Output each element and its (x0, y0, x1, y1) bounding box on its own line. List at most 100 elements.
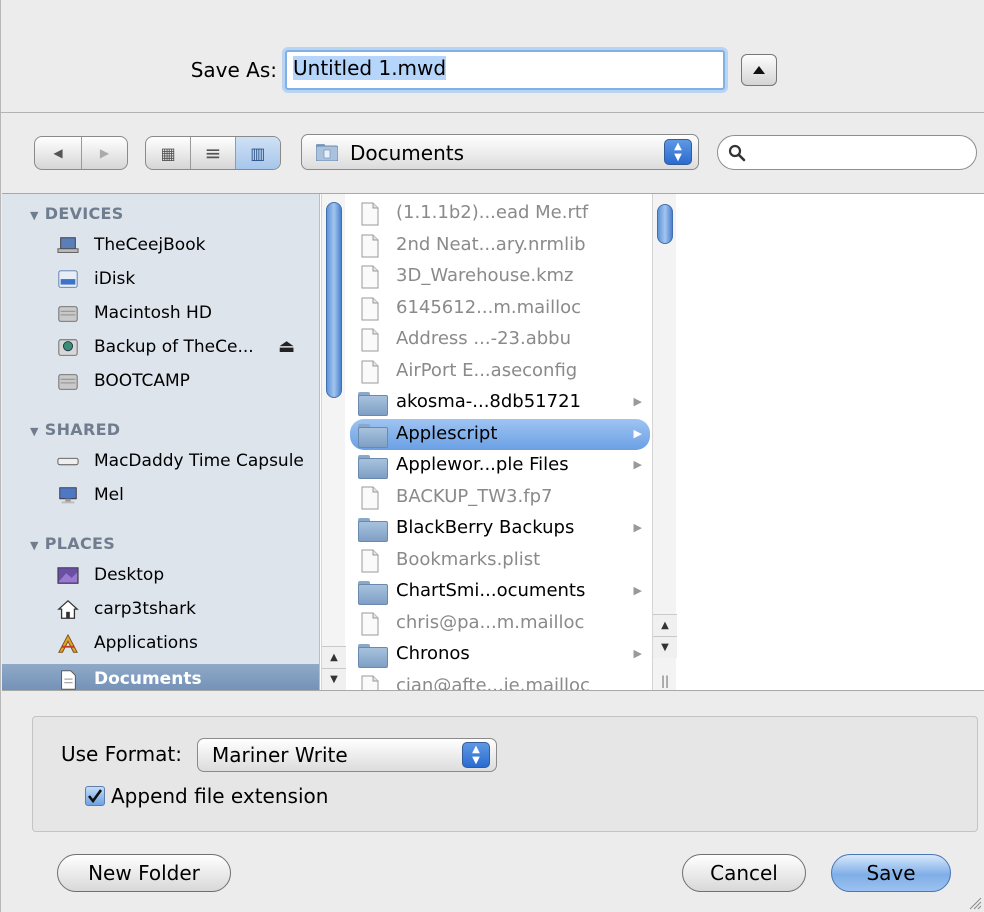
save-as-label: Save As: (190, 58, 277, 82)
disclosure-triangle-icon: ▼ (30, 539, 39, 552)
sidebar-section-title: DEVICES (44, 204, 124, 223)
file-list-item[interactable]: AirPort E...aseconfig (350, 356, 650, 387)
chevron-right-icon: ▶ (633, 395, 642, 408)
sidebar-item-idisk[interactable]: iDisk (2, 264, 319, 296)
file-list-item[interactable]: cian@afte...ie.mailloc (350, 671, 650, 690)
file-name: Bookmarks.plist (396, 548, 541, 570)
file-list-item[interactable]: 3D_Warehouse.kmz (350, 261, 650, 292)
file-name: akosma-...8db51721 (396, 391, 581, 412)
sidebar-item-bootcamp[interactable]: BOOTCAMP (2, 366, 319, 398)
file-list-item[interactable]: BlackBerry Backups ▶ (350, 513, 650, 544)
document-icon (361, 549, 379, 572)
file-list-item[interactable]: Address ...-23.abbu (350, 324, 650, 355)
sidebar-scroll-down-button[interactable]: ▼ (322, 668, 346, 690)
column-scroll-up-button[interactable]: ▲ (653, 614, 677, 636)
sidebar-item-documents[interactable]: Documents (2, 664, 319, 690)
append-extension-checkbox[interactable] (85, 786, 105, 806)
chevron-right-icon: ▶ (633, 647, 642, 660)
file-list-item[interactable]: chris@pa...m.mailloc (350, 608, 650, 639)
append-extension-label: Append file extension (111, 784, 329, 808)
sidebar-item-macdaddy-time-capsule[interactable]: MacDaddy Time Capsule (2, 446, 319, 478)
sidebar-section-places[interactable]: ▼ PLACES (30, 534, 115, 553)
document-icon (361, 612, 379, 635)
file-name: BACKUP_TW3.fp7 (396, 485, 553, 507)
file-list-item[interactable]: (1.1.1b2)...ead Me.rtf (350, 198, 650, 229)
file-name: chris@pa...m.mailloc (396, 611, 585, 633)
sidebar-scroll-up-button[interactable]: ▲ (322, 646, 346, 668)
column-view-button[interactable]: ▥ (234, 137, 280, 169)
eject-icon[interactable]: ⏏ (278, 336, 295, 357)
popup-arrows-icon: ▲ ▼ (462, 742, 490, 768)
document-icon (361, 202, 379, 226)
file-list-item[interactable]: Applescript ▶ (350, 418, 650, 450)
file-list-item[interactable]: Applewor...ple Files ▶ (350, 450, 650, 481)
documents-folder-icon (316, 144, 338, 161)
sidebar-scrollbar[interactable]: ▲ ▼ (321, 194, 346, 690)
column-scroll-thumb[interactable] (657, 204, 673, 244)
back-forward-control: ◀ ▶ (34, 136, 128, 170)
column-resize-handle[interactable]: || (661, 674, 669, 688)
file-column: (1.1.1b2)...ead Me.rtf 2nd Neat...ary.nrm… (346, 194, 652, 690)
file-list-item[interactable]: BACKUP_TW3.fp7 (350, 482, 650, 513)
file-name: Address ...-23.abbu (396, 328, 571, 349)
document-icon (361, 265, 379, 289)
column-scroll-down-button[interactable]: ▼ (653, 636, 677, 658)
save-button[interactable]: Save (831, 854, 951, 892)
folder-icon (358, 581, 388, 605)
file-name: 2nd Neat...ary.nrmlib (396, 233, 586, 255)
file-name: Applewor...ple Files (396, 454, 569, 475)
filename-input[interactable]: Untitled 1.mwd (285, 50, 725, 90)
triangle-up-icon (753, 66, 765, 74)
back-button[interactable]: ◀ (35, 137, 81, 169)
file-name: Applescript (396, 422, 498, 444)
format-value: Mariner Write (212, 743, 348, 767)
sidebar-section-title: PLACES (44, 534, 116, 553)
sidebar-scroll-thumb[interactable] (326, 202, 342, 398)
format-options-panel (32, 716, 978, 832)
sidebar-item-label: carp3tshark (94, 599, 196, 619)
documents-icon (61, 670, 76, 690)
sidebar-item-mel[interactable]: Mel (2, 480, 319, 512)
document-icon (361, 234, 379, 257)
sidebar-section-shared[interactable]: ▼ SHARED (30, 420, 120, 439)
collapse-dialog-button[interactable] (741, 54, 777, 86)
sidebar-item-applications[interactable]: Applications (2, 628, 319, 660)
search-field[interactable] (717, 135, 977, 170)
new-folder-button[interactable]: New Folder (57, 854, 231, 892)
file-list-item[interactable]: akosma-...8db51721 ▶ (350, 387, 650, 418)
forward-button[interactable]: ▶ (80, 137, 127, 169)
file-list-item[interactable]: 6145612...m.mailloc (350, 293, 650, 324)
document-icon (361, 675, 379, 690)
sidebar-section-devices[interactable]: ▼ DEVICES (30, 204, 124, 223)
file-list-item[interactable]: 2nd Neat...ary.nrmlib (350, 230, 650, 261)
file-list-item[interactable]: Bookmarks.plist (350, 545, 650, 576)
location-popup[interactable]: Documents ▲ ▼ (301, 134, 699, 170)
folder-icon (358, 455, 388, 479)
forward-arrow-icon: ▶ (99, 146, 110, 160)
column-scrollbar[interactable]: ▲ ▼ (652, 194, 677, 690)
backup-drive-icon (58, 339, 78, 356)
divider (1, 112, 984, 113)
sidebar-item-desktop[interactable]: Desktop (2, 560, 319, 592)
icon-view-button[interactable]: ▦ (146, 137, 190, 169)
folder-icon (358, 423, 388, 448)
sidebar-item-macintosh-hd[interactable]: Macintosh HD (2, 298, 319, 330)
disclosure-triangle-icon: ▼ (30, 425, 39, 438)
file-name: 3D_Warehouse.kmz (396, 265, 574, 286)
sidebar-item-carp3tshark[interactable]: carp3tshark (2, 594, 319, 626)
format-popup[interactable]: Mariner Write ▲ ▼ (197, 738, 497, 772)
sidebar-item-theceejbook[interactable]: TheCeejBook (2, 230, 319, 262)
resize-grip-icon[interactable] (968, 896, 982, 910)
sidebar-item-label: BOOTCAMP (94, 371, 190, 391)
sidebar-item-backup-of-thece[interactable]: Backup of TheCe... ⏏ (2, 332, 319, 364)
cancel-button[interactable]: Cancel (682, 854, 806, 892)
sidebar: ▼ DEVICES TheCeejBook iDisk Macintosh HD Back… (2, 194, 320, 690)
list-view-button[interactable]: ≡ (190, 137, 234, 169)
file-list-item[interactable]: Chronos ▶ (350, 639, 650, 670)
hard-drive-icon (58, 374, 78, 390)
file-name: ChartSmi...ocuments (396, 580, 586, 601)
document-icon (361, 328, 379, 352)
file-list-item[interactable]: ChartSmi...ocuments ▶ (350, 576, 650, 607)
sidebar-item-label: MacDaddy Time Capsule (94, 451, 304, 471)
view-mode-control: ▦ ≡ ▥ (145, 136, 281, 170)
